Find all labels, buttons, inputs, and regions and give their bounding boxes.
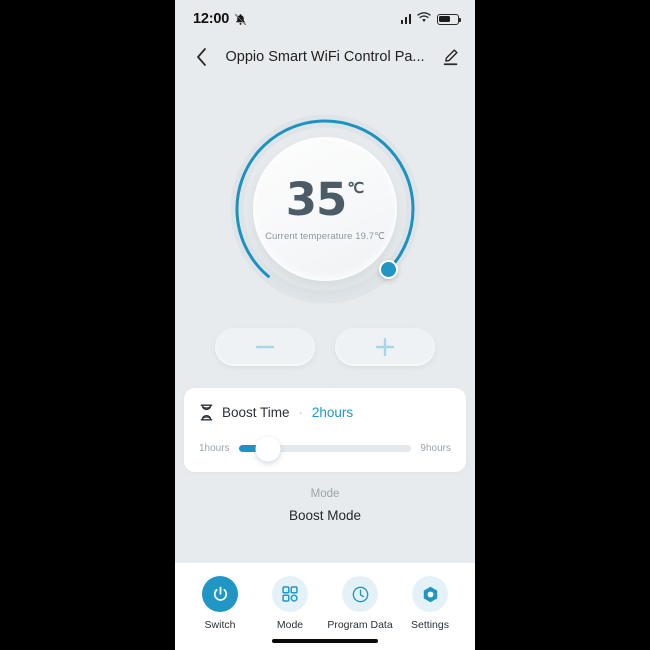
- home-indicator: [272, 639, 378, 643]
- nav-item-mode-label: Mode: [276, 619, 304, 631]
- target-temperature: 35 ℃: [286, 177, 364, 222]
- back-button[interactable]: [191, 46, 213, 68]
- nav-item-switch[interactable]: Switch: [187, 576, 253, 631]
- slider-max-label: 9hours: [420, 443, 451, 454]
- temperature-dial-section: 35 ℃ Current temperature 19.7℃: [175, 84, 475, 334]
- mode-label: Mode: [310, 488, 340, 500]
- bottom-navigation: Switch Mode Program Data Settings: [175, 563, 475, 650]
- nav-item-switch-label: Switch: [204, 619, 236, 631]
- nav-item-settings[interactable]: Settings: [397, 576, 463, 631]
- temperature-unit: ℃: [347, 179, 365, 197]
- power-icon: [213, 586, 227, 601]
- clock-icon: [352, 586, 368, 602]
- nav-mode-circle: [272, 576, 308, 612]
- page-title: Oppio Smart WiFi Control Pa...: [225, 49, 425, 65]
- mode-section: Mode Boost Mode: [175, 488, 475, 523]
- nav-program-data-circle: [342, 576, 378, 612]
- battery-icon: [437, 13, 461, 25]
- status-bar-clock: 12:00: [193, 11, 230, 27]
- nav-item-program-data[interactable]: Program Data: [327, 576, 393, 631]
- gear-hex-icon: [423, 586, 437, 602]
- current-temperature-label: Current temperature 19.7℃: [265, 230, 385, 242]
- phone-screen: 12:00 Oppio Smart WiFi Control Pa... 35 …: [175, 0, 475, 650]
- edit-button[interactable]: [439, 46, 461, 68]
- bell-muted-icon: [234, 13, 247, 26]
- app-header: Oppio Smart WiFi Control Pa...: [175, 38, 475, 76]
- boost-time-header: Boost Time · 2hours: [199, 404, 451, 421]
- status-bar-indicators: [400, 0, 461, 38]
- boost-time-slider-row: 1hours 9hours: [199, 436, 451, 461]
- nav-item-mode[interactable]: Mode: [257, 576, 323, 631]
- wifi-icon: [417, 10, 431, 28]
- slider-min-label: 1hours: [199, 443, 230, 454]
- nav-switch-circle: [202, 576, 238, 612]
- chevron-left-icon: [197, 48, 206, 66]
- cellular-signal-icon: [400, 14, 411, 24]
- boost-time-value[interactable]: 2hours: [312, 405, 353, 420]
- slider-thumb[interactable]: [255, 436, 281, 461]
- pencil-edit-icon: [443, 49, 458, 66]
- mode-value[interactable]: Boost Mode: [175, 508, 475, 523]
- target-temperature-value: 35: [285, 172, 348, 226]
- nav-item-program-data-label: Program Data: [327, 619, 393, 631]
- boost-separator: ·: [298, 405, 303, 420]
- boost-time-slider[interactable]: [238, 436, 412, 461]
- boost-time-label: Boost Time: [222, 405, 290, 420]
- status-bar: 12:00: [175, 0, 475, 38]
- grid-icon: [282, 586, 298, 602]
- minus-icon: [255, 345, 275, 349]
- hourglass-icon: [200, 404, 213, 421]
- plus-icon: [375, 337, 395, 357]
- boost-time-card: Boost Time · 2hours 1hours 9hours: [184, 388, 466, 472]
- nav-settings-circle: [412, 576, 448, 612]
- dial-inner-face: 35 ℃ Current temperature 19.7℃: [253, 137, 397, 281]
- temperature-dial[interactable]: 35 ℃ Current temperature 19.7℃: [227, 111, 423, 307]
- nav-item-settings-label: Settings: [411, 619, 449, 631]
